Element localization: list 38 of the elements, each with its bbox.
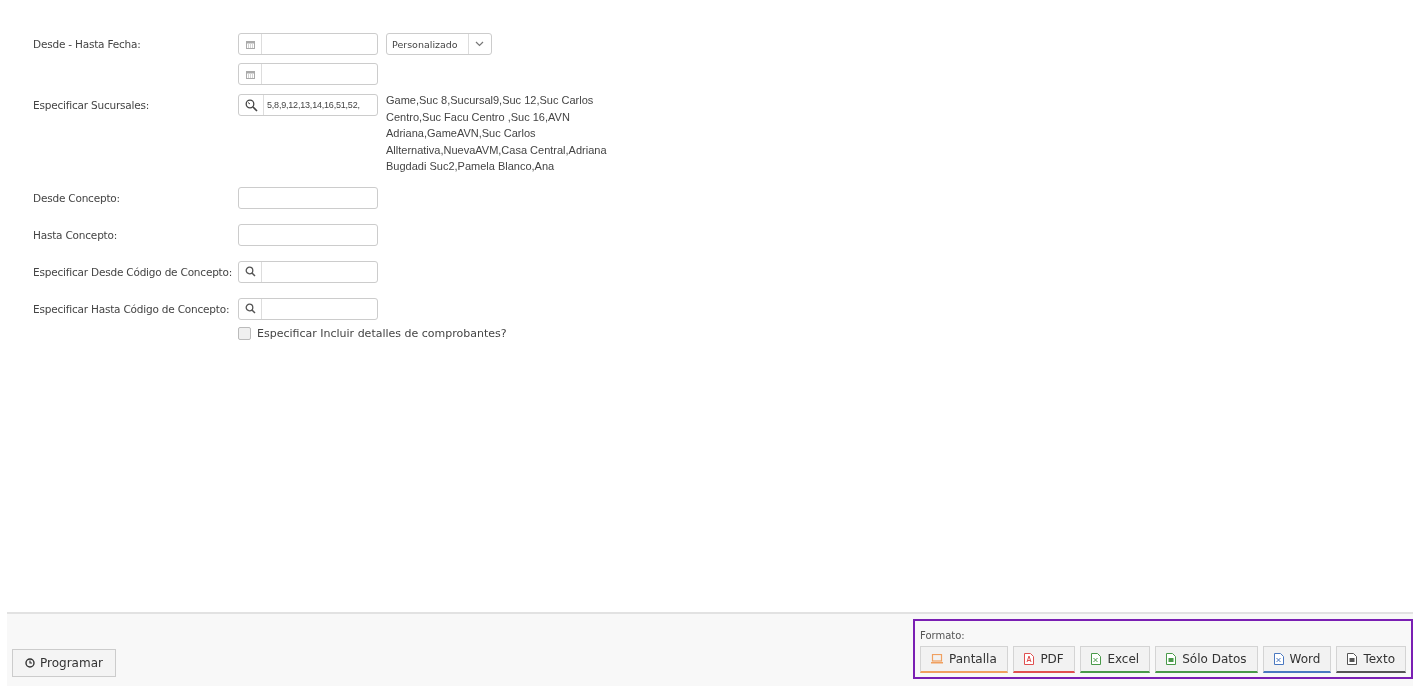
date-field[interactable] — [238, 33, 378, 55]
branch-lookup-field[interactable]: 5,8,9,12,13,14,16,51,52, — [238, 94, 378, 116]
schedule-button[interactable]: Programar — [12, 649, 116, 677]
period-dropdown[interactable]: Personalizado — [386, 33, 492, 55]
checkbox-label: Especificar Incluir detalles de comprobantes? — [257, 326, 507, 340]
caret-icon — [475, 41, 485, 47]
word-file-icon — [1273, 653, 1284, 665]
pdf-file-icon — [1024, 653, 1035, 665]
search-icon — [244, 303, 256, 314]
calendar-icon — [245, 69, 255, 79]
field-label: Desde Concepto: — [33, 190, 121, 206]
format-button[interactable]: Pantalla — [920, 646, 1008, 673]
format-button[interactable]: Sólo Datos — [1155, 646, 1258, 673]
laptop-icon — [931, 654, 943, 664]
input-field[interactable] — [238, 223, 378, 246]
format-button[interactable]: Excel — [1080, 646, 1151, 673]
excel-file-icon — [1091, 653, 1102, 665]
input-field[interactable] — [238, 186, 378, 209]
search-icon — [244, 266, 256, 277]
field-label: Especificar Hasta Código de Concepto: — [33, 301, 231, 317]
checkbox[interactable] — [238, 326, 251, 340]
document-icon — [1166, 653, 1177, 665]
format-button[interactable]: PDF — [1012, 646, 1076, 673]
field-label: Especificar Desde Código de Concepto: — [33, 264, 234, 280]
format-label: Formato: — [920, 630, 966, 641]
search-icon — [244, 98, 258, 112]
field-label: Especificar Sucursales: — [33, 98, 151, 113]
calendar-icon — [245, 39, 255, 49]
date-field[interactable] — [238, 63, 378, 85]
field-label: Hasta Concepto: — [33, 227, 119, 243]
document-icon — [1347, 653, 1358, 665]
clock-icon — [25, 658, 35, 668]
search-field[interactable] — [238, 297, 378, 320]
format-button[interactable]: Word — [1262, 646, 1332, 673]
search-field[interactable] — [238, 260, 378, 283]
field-label: Desde - Hasta Fecha: — [33, 37, 142, 52]
branch-list-text: Game,Suc 8,Sucursal9,Suc 12,Suc Carlos Centro,Suc Facu Centro ,Suc 16,AVN Adriana,GameAVN,Suc Carlos Allternativa,NuevaAVM,Casa Central,Adriana Bugdadi Suc2,Pamela Blanco,Ana — [386, 93, 608, 174]
format-button[interactable]: Texto — [1336, 646, 1406, 673]
